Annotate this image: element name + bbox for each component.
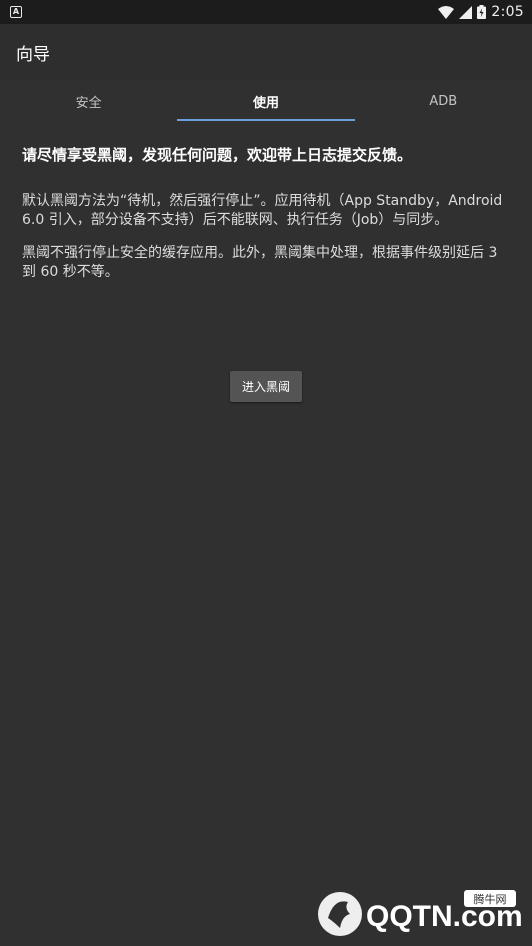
wifi-icon — [438, 5, 455, 19]
tab-indicator — [177, 119, 355, 121]
signal-icon — [459, 5, 473, 19]
lead-text: 请尽情享受黑阈，发现任何问题，欢迎带上日志提交反馈。 — [22, 146, 413, 164]
qqtn-watermark-logo: QQTN.com 腾牛网 — [318, 890, 523, 936]
description-paragraph-1: 默认黑阈方法为“待机，然后强行停止”。应用待机（App Standby，Andr… — [22, 193, 503, 228]
guide-content: 请尽情享受黑阈，发现任何问题，欢迎带上日志提交反馈。 默认黑阈方法为“待机，然后… — [22, 142, 512, 282]
status-bar: A 2:05 — [0, 0, 532, 24]
tab-adb[interactable]: ADB — [355, 80, 532, 122]
status-icons: 2:05 — [438, 4, 524, 20]
app-bar: 向导 — [0, 24, 532, 80]
status-time: 2:05 — [491, 4, 524, 20]
tab-bar: 安全 使用 ADB — [0, 80, 532, 122]
tab-security[interactable]: 安全 — [0, 80, 177, 122]
battery-icon — [477, 5, 487, 19]
watermark-badge: 腾牛网 — [474, 892, 507, 906]
notification-icon: A — [10, 6, 22, 18]
description-paragraph-2: 黑阈不强行停止安全的缓存应用。此外，黑阈集中处理，根据事件级别延后 3 到 60… — [22, 245, 498, 280]
screen: A 2:05 向导 安全 使用 ADB 请尽情享受黑阈，发现任何问题，欢迎带上日… — [0, 0, 532, 946]
enter-button[interactable]: 进入黑阈 — [230, 371, 302, 402]
tab-usage[interactable]: 使用 — [177, 80, 354, 122]
page-title: 向导 — [16, 44, 50, 65]
